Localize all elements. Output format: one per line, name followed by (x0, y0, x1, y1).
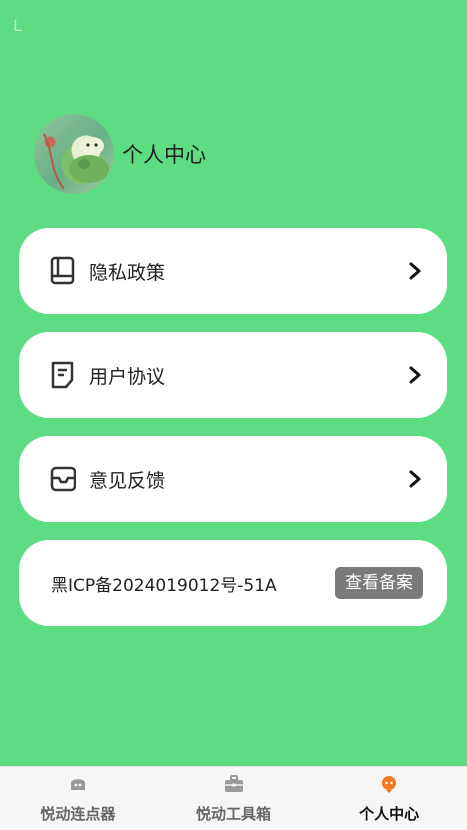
person-icon (382, 776, 397, 793)
bottom-tab-bar: 悦动连点器 悦动工具箱 个人中心 (0, 766, 467, 830)
avatar[interactable] (34, 114, 114, 194)
menu-item-privacy-policy[interactable]: 隐私政策 (19, 228, 447, 314)
view-icp-button[interactable]: 查看备案 (335, 567, 423, 599)
document-icon (51, 361, 74, 389)
inbox-icon (50, 466, 76, 492)
icp-card: 黑ICP备2024019012号-51A 查看备案 (19, 540, 447, 626)
tab-label: 个人中心 (359, 805, 420, 823)
menu-item-feedback[interactable]: 意见反馈 (19, 436, 447, 522)
chevron-right-icon (409, 262, 421, 280)
menu-item-label: 隐私政策 (89, 261, 166, 284)
robot-icon (70, 779, 85, 790)
chevron-right-icon (409, 366, 421, 384)
menu-item-user-agreement[interactable]: 用户协议 (19, 332, 447, 418)
tab-profile[interactable]: 个人中心 (311, 767, 467, 830)
tab-toolbox[interactable]: 悦动工具箱 (156, 767, 312, 830)
status-indicator: L (13, 16, 22, 35)
tab-clicker[interactable]: 悦动连点器 (0, 767, 156, 830)
menu-item-label: 意见反馈 (89, 469, 166, 492)
profile-header: 个人中心 (34, 114, 206, 194)
page-title: 个人中心 (122, 143, 206, 167)
avatar-image (43, 133, 109, 190)
menu-item-label: 用户协议 (89, 365, 166, 388)
toolbox-icon (224, 775, 243, 792)
tab-label: 悦动连点器 (40, 805, 116, 823)
icp-number: 黑ICP备2024019012号-51A (51, 575, 277, 596)
tab-label: 悦动工具箱 (196, 805, 272, 823)
book-icon (50, 256, 75, 285)
chevron-right-icon (409, 470, 421, 488)
